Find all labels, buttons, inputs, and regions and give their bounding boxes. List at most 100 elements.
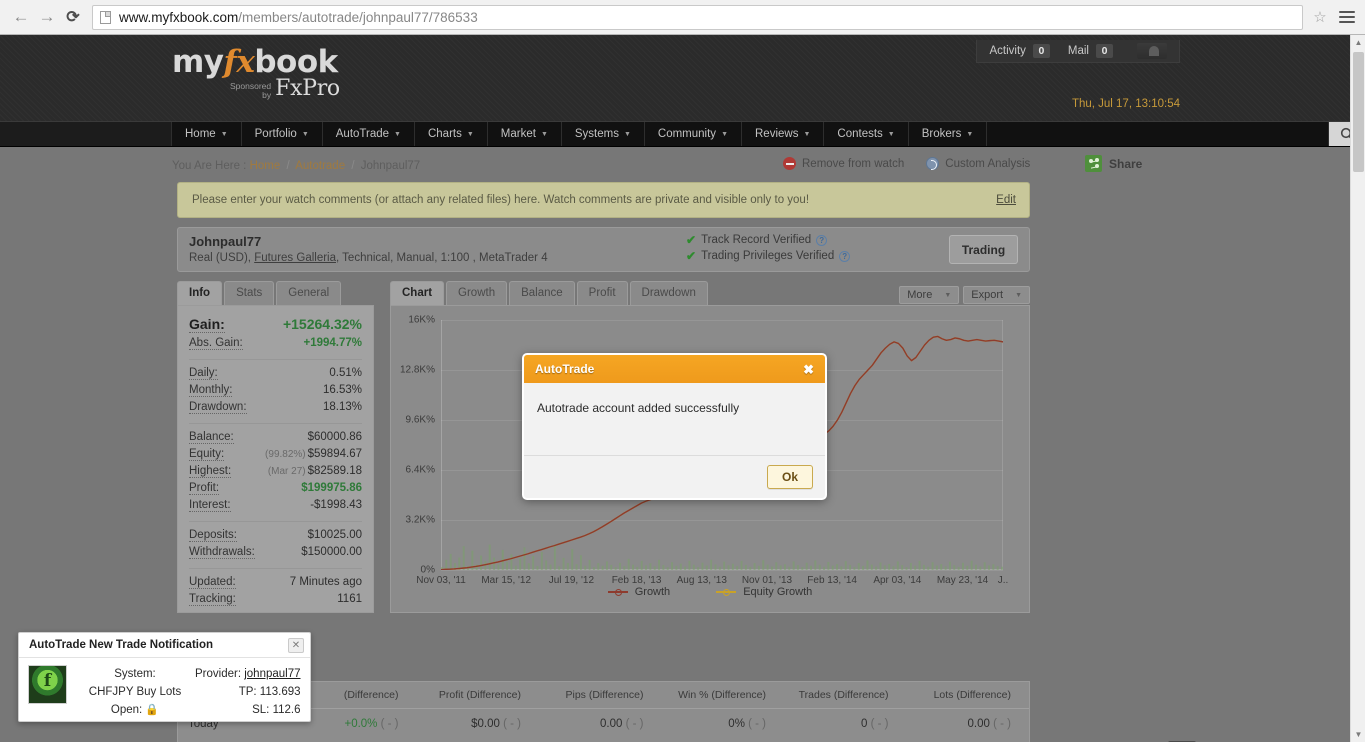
trade-notification[interactable]: AutoTrade New Trade Notification ✕ Syste…: [18, 632, 311, 722]
sl-value: 112.6: [272, 704, 301, 716]
nav-item-community[interactable]: Community ▼: [645, 122, 742, 146]
sl-row: SL: 112.6: [195, 701, 301, 719]
back-arrow-icon[interactable]: ←: [8, 4, 34, 30]
breadcrumb-home[interactable]: Home: [250, 160, 281, 172]
chart-bar: [597, 563, 600, 570]
close-icon[interactable]: ✖: [803, 363, 814, 376]
chart-bar: [805, 562, 808, 570]
more-button[interactable]: More ▼: [899, 286, 960, 304]
tab-info[interactable]: Info: [177, 281, 223, 305]
activity-item[interactable]: Activity 0: [989, 44, 1050, 58]
chart-bar: [966, 565, 969, 570]
chart-bar: [770, 566, 773, 570]
tab-balance[interactable]: Balance: [509, 281, 575, 305]
scroll-down-icon[interactable]: ▼: [1351, 727, 1365, 742]
chevron-down-icon: ▼: [301, 130, 309, 138]
provider-row: Provider: johnpaul77: [195, 665, 301, 683]
tab-growth[interactable]: Growth: [446, 281, 508, 305]
stat-key: Tracking:: [189, 593, 236, 606]
nav-item-portfolio[interactable]: Portfolio ▼: [242, 122, 323, 146]
chart-bar: [953, 565, 956, 570]
column-header[interactable]: Pips (Difference): [539, 689, 662, 701]
tab-stats[interactable]: Stats: [224, 281, 275, 305]
logo-my: my: [172, 44, 224, 80]
share-button[interactable]: Share: [1085, 155, 1142, 172]
chevron-down-icon: ▼: [944, 291, 952, 299]
modal-title: AutoTrade: [535, 362, 595, 376]
column-header[interactable]: Profit (Difference): [417, 689, 540, 701]
chart-bar: [831, 565, 834, 570]
tab-chart[interactable]: Chart: [390, 281, 445, 305]
forward-arrow-icon[interactable]: →: [34, 4, 60, 30]
watch-comments-box[interactable]: Please enter your watch comments (or att…: [177, 182, 1030, 218]
help-icon[interactable]: ?: [816, 234, 828, 246]
provider-link[interactable]: johnpaul77: [244, 668, 300, 680]
myfxbook-logo[interactable]: myfxbook Sponsored by FxPro: [172, 47, 340, 100]
help-icon[interactable]: ?: [839, 250, 851, 262]
chart-bar: [566, 562, 569, 570]
chart-bar: [866, 560, 869, 570]
stat-row: Drawdown: 18.13%: [189, 399, 362, 416]
stat-key: Daily:: [189, 367, 218, 380]
stat-row: Profit: $199975.86: [189, 480, 362, 497]
sl-label: SL:: [252, 704, 270, 716]
column-header[interactable]: Trades (Difference): [784, 689, 907, 701]
export-button[interactable]: Export ▼: [963, 286, 1030, 304]
breadcrumb-sep: /: [351, 160, 355, 172]
nav-item-market[interactable]: Market ▼: [488, 122, 562, 146]
legend-item-equity-growth[interactable]: Equity Growth: [716, 586, 812, 598]
trading-button[interactable]: Trading: [949, 235, 1018, 264]
nav-item-contests[interactable]: Contests ▼: [824, 122, 909, 146]
chart-bar: [575, 564, 578, 570]
notification-trade-column: Provider: johnpaul77 TP: 113.693 SL: 112…: [195, 665, 315, 719]
nav-item-home[interactable]: Home ▼: [172, 122, 242, 146]
stat-row: Abs. Gain: +1994.77%: [189, 335, 362, 352]
avatar[interactable]: [1137, 43, 1167, 59]
chevron-down-icon: ▼: [540, 130, 548, 138]
chart-bar: [927, 566, 930, 570]
watch-edit-link[interactable]: Edit: [996, 194, 1016, 206]
stat-row: Daily: 0.51%: [189, 365, 362, 382]
legend-item-growth[interactable]: Growth: [607, 586, 671, 598]
chart-bar: [497, 564, 500, 570]
account-details: Real (USD), Futures Galleria, Technical,…: [189, 252, 548, 264]
autotrade-modal[interactable]: AutoTrade ✖ Autotrade account added succ…: [522, 353, 827, 500]
broker-link[interactable]: Futures Galleria: [254, 252, 336, 264]
address-bar[interactable]: www.myfxbook.com/members/autotrade/johnp…: [92, 4, 1303, 30]
legend-label-growth: Growth: [634, 586, 671, 598]
custom-analysis-button[interactable]: Custom Analysis: [926, 157, 1030, 170]
nav-item-autotrade[interactable]: AutoTrade ▼: [323, 122, 415, 146]
close-icon[interactable]: ✕: [288, 637, 304, 653]
stat-value: $60000.86: [307, 431, 362, 443]
stat-row: Updated: 7 Minutes ago: [189, 574, 362, 591]
scrollbar-thumb[interactable]: [1353, 52, 1364, 172]
breadcrumb-autotrade[interactable]: Autotrade: [295, 160, 345, 172]
tab-profit[interactable]: Profit: [576, 281, 628, 305]
export-label: Export: [971, 289, 1004, 301]
stat-value: 16.53%: [322, 384, 362, 396]
scroll-up-icon[interactable]: ▲: [1351, 35, 1365, 50]
chart-bar: [940, 564, 943, 570]
tab-general[interactable]: General: [276, 281, 342, 305]
chart-bar: [688, 560, 691, 570]
column-header[interactable]: Win % (Difference): [662, 689, 785, 701]
chart-bar: [527, 563, 530, 570]
scrollbar[interactable]: ▲ ▼: [1350, 35, 1365, 742]
nav-item-brokers[interactable]: Brokers ▼: [909, 122, 988, 146]
hamburger-menu-icon[interactable]: [1337, 11, 1357, 23]
open-label: Open:: [110, 704, 143, 716]
mail-item[interactable]: Mail 0: [1068, 44, 1113, 58]
tab-drawdown[interactable]: Drawdown: [629, 281, 708, 305]
nav-item-charts[interactable]: Charts ▼: [415, 122, 488, 146]
chart-bar: [679, 563, 682, 570]
chart-toolbar: More ▼ Export ▼: [899, 286, 1030, 304]
reload-icon[interactable]: ⟳: [60, 4, 86, 30]
ok-button[interactable]: Ok: [766, 465, 813, 489]
chart-bar: [810, 565, 812, 570]
bookmark-star-icon[interactable]: ☆: [1309, 8, 1331, 26]
nav-item-systems[interactable]: Systems ▼: [562, 122, 645, 146]
nav-item-reviews[interactable]: Reviews ▼: [742, 122, 825, 146]
remove-from-watch-button[interactable]: Remove from watch: [783, 157, 904, 170]
chart-bar: [975, 564, 977, 570]
column-header[interactable]: Lots (Difference): [907, 689, 1030, 701]
